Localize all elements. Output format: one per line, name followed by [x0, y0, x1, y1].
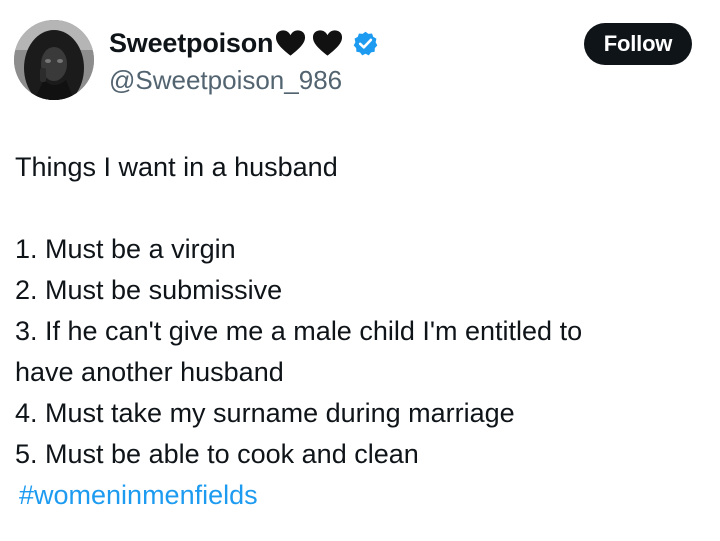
follow-button[interactable]: Follow — [584, 23, 692, 65]
tweet-card: Sweetpoison @Sweetpoison_986 Follow Thin… — [0, 0, 720, 541]
hashtag-link[interactable]: #womeninmenfields — [19, 475, 705, 516]
list-item: 5. Must be able to cook and clean — [15, 439, 419, 469]
author-handle[interactable]: @Sweetpoison_986 — [109, 65, 342, 96]
list-item: 1. Must be a virgin — [15, 234, 236, 264]
list-item-continuation: have another husband — [15, 357, 284, 387]
list-item: 2. Must be submissive — [15, 275, 283, 305]
list-item: 3. If he can't give me a male child I'm … — [15, 316, 583, 346]
tweet-text: Things I want in a husband 1. Must be a … — [15, 147, 705, 516]
tweet-intro: Things I want in a husband — [15, 152, 338, 182]
black-heart-icon — [275, 29, 306, 57]
avatar[interactable] — [14, 20, 94, 100]
black-heart-icon — [312, 29, 343, 57]
list-item: 4. Must take my surname during marriage — [15, 398, 515, 428]
verified-badge-icon[interactable] — [352, 30, 379, 57]
author-name-row[interactable]: Sweetpoison — [109, 27, 379, 59]
author-display-name[interactable]: Sweetpoison — [109, 28, 274, 59]
